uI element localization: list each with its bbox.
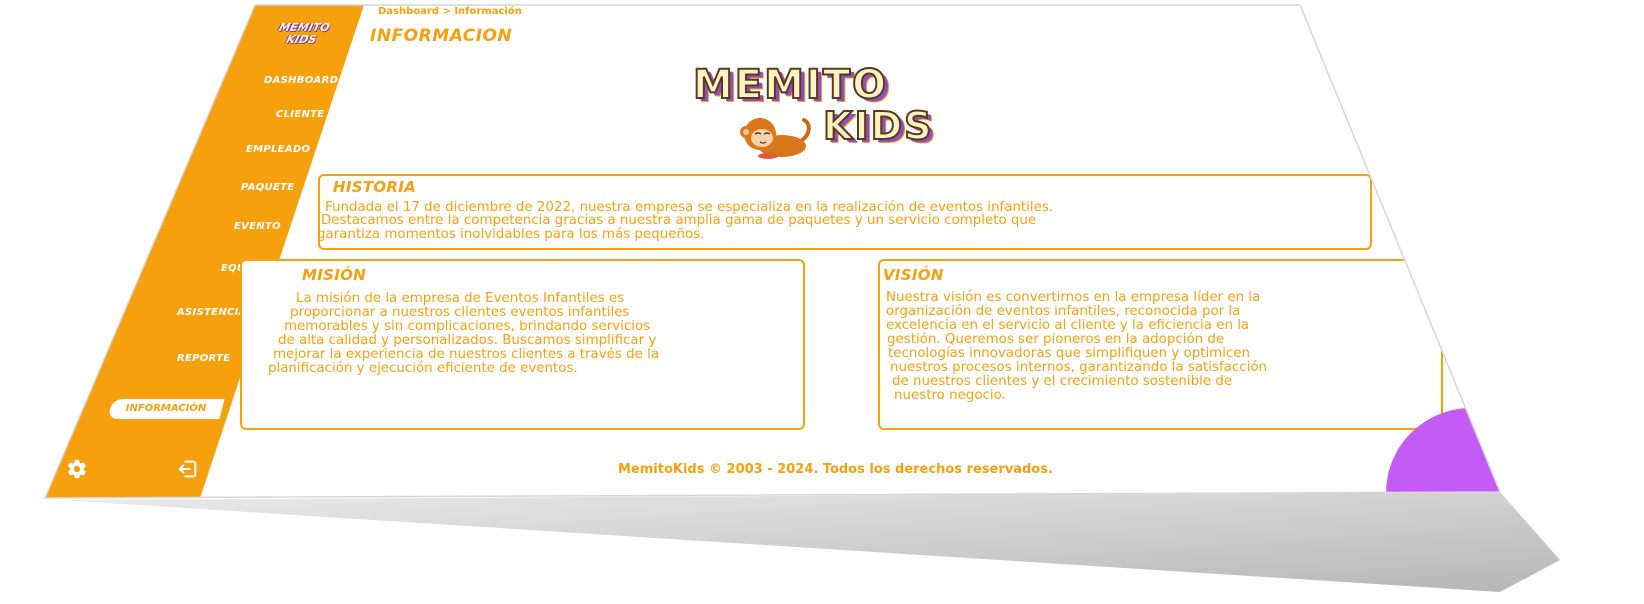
vision-text-line7: de nuestros clientes y el crecimiento so… — [892, 374, 1233, 389]
historia-title: HISTORIA — [333, 178, 417, 196]
vision-text-line5: tecnologías innovadoras que simplifiquen… — [888, 346, 1251, 361]
brand-logo: MEMITO KIDS — [685, 61, 985, 162]
vision-text-line2: organización de eventos infantiles, reco… — [886, 304, 1241, 319]
mision-text-line2: proporcionar a nuestros clientes eventos… — [290, 305, 630, 320]
vision-title: VISIÓN — [883, 266, 944, 284]
app-window: MEMITO KIDS DASHBOARD CLIENTE EMPLEADO P… — [45, 5, 1500, 498]
sidebar-item-cliente[interactable]: CLIENTE — [276, 109, 324, 120]
sidebar-item-dashboard[interactable]: DASHBOARD — [264, 75, 338, 86]
vision-text-line8: nuestro negocio. — [894, 388, 1006, 403]
sidebar-item-evento[interactable]: EVENTO — [234, 221, 281, 232]
mision-text-line3: memorables y sin complicaciones, brindan… — [284, 319, 651, 334]
historia-text-line2: Destacamos entre la competencia gracias … — [321, 213, 1037, 228]
monkey-mascot-icon — [740, 118, 811, 159]
sidebar-item-informacion-label: INFORMACIÓN — [125, 403, 207, 414]
brand-logo-line2: KIDS — [822, 103, 934, 149]
sidebar-item-informacion[interactable]: INFORMACIÓN — [107, 399, 225, 419]
sidebar-logo-line2: KIDS — [284, 33, 318, 46]
logout-icon[interactable] — [176, 458, 200, 480]
mision-title: MISIÓN — [302, 266, 366, 284]
decorative-blob — [1386, 408, 1500, 498]
mision-text-line4: de alta calidad y personalizados. Buscam… — [278, 333, 657, 348]
brand-logo-line1: MEMITO — [692, 61, 889, 109]
sidebar-item-empleado[interactable]: EMPLEADO — [246, 144, 310, 155]
footer-copyright: MemitoKids © 2003 - 2024. Todos los dere… — [618, 462, 1053, 477]
sidebar-item-paquete[interactable]: PAQUETE — [241, 182, 294, 193]
mision-text-line1: La misión de la empresa de Eventos Infan… — [296, 291, 625, 306]
vision-text-line6: nuestros procesos internos, garantizando… — [890, 360, 1268, 375]
mision-text-line5: mejorar la experiencia de nuestros clien… — [273, 347, 660, 362]
page-title: INFORMACION — [370, 26, 513, 46]
vision-text-line1: Nuestra visión es convertirnos en la emp… — [886, 290, 1261, 305]
gear-icon[interactable] — [66, 458, 88, 480]
mision-text-line6: planificación y ejecución eficiente de e… — [268, 361, 578, 376]
vision-text-line3: excelencia en el servicio al cliente y l… — [886, 318, 1250, 333]
historia-text-line3: garantiza momentos inolvidables para los… — [317, 227, 705, 242]
sidebar-item-asistencia[interactable]: ASISTENCIA — [177, 307, 247, 318]
sidebar-logo[interactable]: MEMITO KIDS — [259, 21, 344, 52]
sidebar-item-reporte[interactable]: REPORTE — [177, 353, 230, 364]
vision-text-line4: gestión. Queremos ser pioneros en la ado… — [887, 332, 1225, 347]
breadcrumb[interactable]: Dashboard > Información — [378, 6, 522, 17]
